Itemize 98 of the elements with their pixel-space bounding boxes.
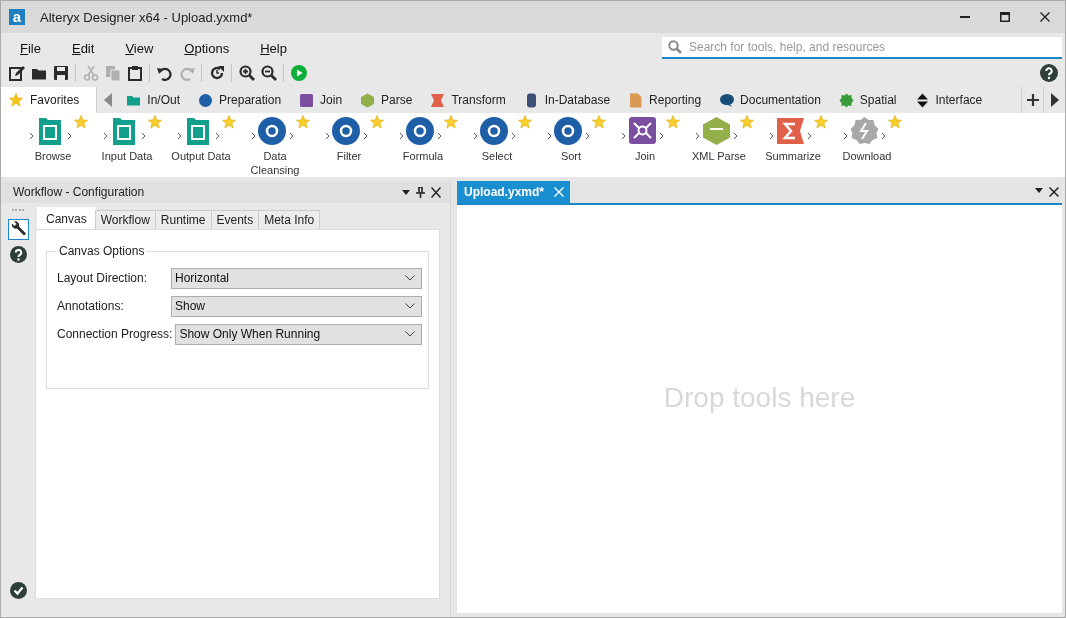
refresh-button[interactable] [208,64,225,82]
play-icon [290,65,307,81]
help-icon [9,246,27,263]
check-circle-icon [9,582,27,599]
category-tab[interactable]: Parse [352,87,423,113]
category-tab[interactable]: Favorites [1,87,97,113]
tool-button[interactable]: Formula [386,115,460,163]
tool-button[interactable]: Browse [16,115,90,163]
field-label: Connection Progress: [57,327,173,341]
favorite-star-icon [222,115,236,129]
pin-button[interactable] [413,186,428,198]
favorite-star-icon [296,115,310,129]
plus-icon [1026,94,1039,106]
help-button[interactable] [1040,64,1058,82]
favorite-star-icon [370,115,384,129]
tool-button[interactable]: Output Data [164,115,238,163]
dropdown-field[interactable]: Show [171,295,422,317]
config-tab[interactable]: Runtime [154,210,212,229]
search-icon [668,40,682,54]
tool-button[interactable]: XML Parse [682,115,756,163]
menu-item[interactable]: View [106,40,154,56]
caret-right-icon [1050,93,1059,107]
search-field[interactable]: Search for tools, help, and resources [662,37,1062,59]
window-title: Alteryx Designer x64 - Upload.yxmd* [40,9,254,25]
floppy-disk-button[interactable] [52,64,69,82]
favorite-star-icon [518,115,532,129]
category-tab[interactable]: Transform [422,87,516,113]
maximize-icon [1000,12,1010,22]
zoom-in-icon [238,65,255,81]
dropdown-field[interactable]: Horizontal [171,267,422,289]
close-icon [1040,12,1050,22]
group-title: Canvas Options [58,244,146,258]
category-tab[interactable]: Reporting [620,87,712,113]
document-tab[interactable]: Upload.yxmd* [457,181,570,203]
close-button[interactable] [428,186,444,198]
favorite-star-icon [666,115,680,129]
menu-item[interactable]: Help [241,40,287,56]
favorite-star-icon [592,115,606,129]
close-icon [431,186,441,198]
wrench-button[interactable] [7,219,29,240]
chevron-down-icon [405,303,415,309]
favorite-star-icon [814,115,828,129]
config-tab[interactable]: Workflow [94,210,156,229]
undo-icon [156,65,173,81]
dropdown-field[interactable]: Show Only When Running [175,323,422,345]
new-file-icon [8,65,25,81]
config-tab[interactable]: Events [210,210,260,229]
tool-button[interactable]: Data Cleansing [238,115,312,177]
caret-left-icon [103,93,112,107]
config-tab[interactable]: Meta Info [258,210,321,229]
help-icon [1040,64,1058,82]
category-tab[interactable]: Interface [906,87,993,113]
redo-icon [178,65,195,81]
search-input[interactable]: Search for tools, help, and resources [687,39,1062,55]
zoom-out-icon [260,65,277,81]
category-tab[interactable]: In/Out [118,87,191,113]
panel-title: Workflow - Configuration [13,185,146,199]
tool-button[interactable]: Select [460,115,534,163]
minimize-icon [960,16,970,18]
app-logo: a [9,9,25,25]
tool-button[interactable]: Filter [312,115,386,163]
tool-button[interactable]: Summarize [756,115,830,163]
close-icon [554,187,564,197]
play-button[interactable] [290,64,307,82]
menu-item[interactable]: File [1,40,41,56]
field-label: Annotations: [57,299,125,313]
chevron-down-icon [405,331,415,337]
tool-button[interactable]: Download [830,115,904,163]
chevron-down-icon [405,275,415,281]
zoom-in-button[interactable] [238,64,255,82]
favorite-star-icon [74,115,88,129]
tool-button[interactable]: Join [608,115,682,163]
new-file-button[interactable] [8,64,25,82]
favorite-star-icon [148,115,162,129]
copy-icon [104,65,121,81]
refresh-icon [208,65,225,81]
menu-item[interactable]: Options [165,40,230,56]
config-tab[interactable]: Canvas [37,207,96,229]
tool-button[interactable]: Sort [534,115,608,163]
pin-icon [416,186,425,198]
tool-button[interactable]: Input Data [90,115,164,163]
category-tab[interactable]: Preparation [190,87,292,113]
category-tab[interactable]: Documentation [711,87,831,113]
field-label: Layout Direction: [57,271,149,285]
clipboard-icon [126,65,143,81]
wrench-icon [9,221,27,238]
category-tab[interactable]: In-Database [515,87,621,113]
clipboard-button[interactable] [126,64,143,82]
favorite-star-icon [444,115,458,129]
category-tab[interactable]: Spatial [830,87,907,113]
help-button[interactable] [7,244,29,265]
favorite-star-icon [740,115,754,129]
category-tab[interactable]: Join [291,87,353,113]
scissors-icon [82,65,99,81]
favorite-star-icon [888,115,902,129]
zoom-out-button[interactable] [260,64,277,82]
menu-item[interactable]: Edit [52,40,95,56]
close-icon [1049,187,1059,197]
